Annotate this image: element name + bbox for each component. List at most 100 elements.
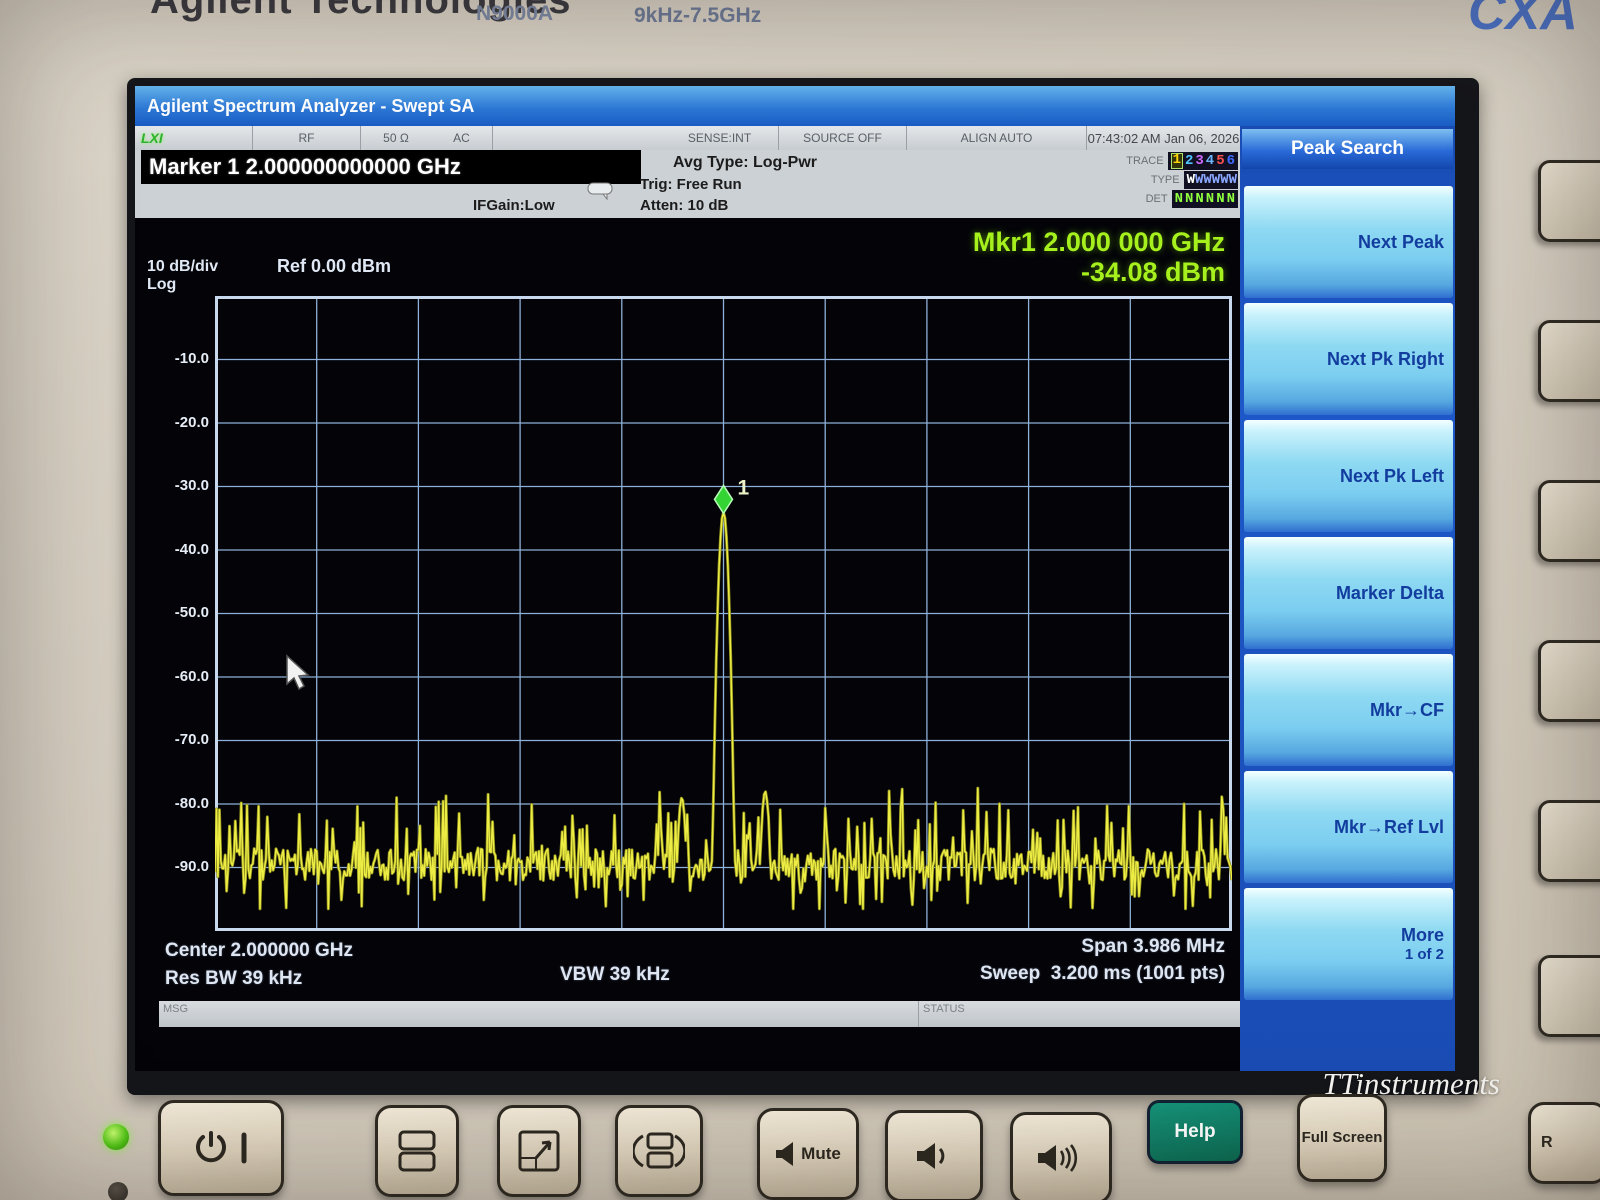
window-split-button[interactable] [375, 1105, 459, 1197]
callout-bubble-icon [587, 182, 613, 200]
attenuation-label: Atten: 10 dB [640, 197, 728, 214]
softkey-next-pk-left[interactable]: Next Pk Left [1244, 420, 1453, 532]
ifgain-label: IFGain:Low [473, 197, 555, 214]
return-button[interactable]: R [1528, 1102, 1600, 1184]
softkey-mkr-to-ref[interactable]: Mkr→Ref Lvl [1244, 771, 1453, 883]
lcd-screen: Agilent Spectrum Analyzer - Swept SA LXI… [135, 86, 1455, 1071]
trace-3-indicator: 3 [1195, 153, 1203, 169]
softkey-next-pk-right[interactable]: Next Pk Right [1244, 303, 1453, 415]
mouse-cursor [285, 654, 311, 692]
lxi-indicator: LXI [135, 126, 253, 150]
type-legend-label: TYPE [1151, 174, 1180, 186]
active-function-readout: Marker 1 2.000000000000 GHz [141, 150, 641, 184]
det-4: N [1206, 191, 1214, 207]
expand-window-icon [516, 1128, 562, 1174]
power-icon [194, 1129, 228, 1167]
marker-readout: Mkr1 2.000 000 GHz -34.08 dBm [755, 228, 1225, 287]
frequency-range-label: 9kHz-7.5GHz [634, 4, 761, 28]
marker-readout-freq: Mkr1 2.000 000 GHz [755, 228, 1225, 258]
type-6: W [1229, 172, 1235, 188]
fullscreen-button[interactable]: Full Screen [1297, 1094, 1387, 1182]
span-label: Span 3.986 MHz [815, 936, 1225, 958]
hw-softkey-4[interactable] [1538, 640, 1600, 722]
avg-type-label: Avg Type: Log-Pwr [600, 154, 890, 172]
help-label: Help [1174, 1121, 1215, 1143]
softkey-more-page: 1 of 2 [1405, 946, 1444, 963]
standby-led [108, 1182, 128, 1200]
hw-softkey-3[interactable] [1538, 480, 1600, 562]
softkey-menu: Peak Search Next Peak Next Pk Right Next… [1240, 126, 1455, 1071]
window-cycle-button[interactable] [615, 1105, 703, 1197]
line-icon [240, 1129, 248, 1167]
volume-up-button[interactable] [1010, 1112, 1112, 1200]
hw-softkey-6[interactable] [1538, 955, 1600, 1037]
window-expand-button[interactable] [497, 1105, 581, 1197]
hw-softkey-1[interactable] [1538, 160, 1600, 242]
trace-6-indicator: 6 [1227, 153, 1235, 169]
res-bw-label: Res BW 39 kHz [165, 968, 302, 990]
marker-readout-ampl: -34.08 dBm [755, 258, 1225, 288]
mute-button[interactable]: Mute [757, 1108, 859, 1200]
spectrum-analyzer-front-panel: Agilent Technologies N9000A 9kHz-7.5GHz … [0, 0, 1600, 1200]
ref-level-label: Ref 0.00 dBm [277, 256, 391, 277]
db-per-div-label: 10 dB/div [147, 258, 218, 276]
rf-indicator: RF [253, 126, 361, 150]
softkey-next-peak[interactable]: Next Peak [1244, 186, 1453, 298]
scale-label: 10 dB/div Log [147, 258, 218, 293]
type-5: W [1220, 172, 1226, 188]
center-freq-label: Center 2.000000 GHz [165, 940, 353, 962]
softkey-more-label: More [1401, 925, 1444, 946]
y-axis-label: -20.0 [155, 414, 209, 431]
trace-4-indicator: 4 [1206, 153, 1214, 169]
status-spacer [493, 126, 661, 150]
vbw-label: VBW 39 kHz [560, 964, 670, 986]
trace-5-indicator: 5 [1216, 153, 1224, 169]
trace-1-indicator: 1 [1171, 153, 1183, 169]
volume-down-button[interactable] [885, 1110, 983, 1200]
source-indicator: SOURCE OFF [779, 126, 907, 150]
sweep-label: Sweep 3.200 ms (1001 pts) [735, 963, 1225, 985]
align-indicator: ALIGN AUTO [907, 126, 1087, 150]
msg-segment: MSG [159, 1001, 919, 1027]
sense-indicator: SENSE:INT [661, 126, 779, 150]
softkey-marker-delta[interactable]: Marker Delta [1244, 537, 1453, 649]
help-button[interactable]: Help [1147, 1100, 1243, 1164]
y-axis-label: -40.0 [155, 541, 209, 558]
hw-softkey-2[interactable] [1538, 320, 1600, 402]
y-axis-label: -60.0 [155, 668, 209, 685]
y-axis-label: -10.0 [155, 350, 209, 367]
window-title: Agilent Spectrum Analyzer - Swept SA [135, 86, 1455, 126]
det-5: N [1216, 191, 1224, 207]
y-axis-label: -80.0 [155, 795, 209, 812]
det-3: N [1195, 191, 1203, 207]
softkey-menu-header: Peak Search [1242, 129, 1453, 169]
datetime: 07:43:02 AM Jan 06, 2026 [1087, 126, 1240, 150]
det-legend-label: DET [1146, 193, 1168, 205]
power-button[interactable] [158, 1100, 284, 1196]
status-bar: LXI RF 50 Ω AC SENSE:INT SOURCE OFF ALIG… [135, 126, 1240, 150]
hw-softkey-5[interactable] [1538, 800, 1600, 882]
spectrum-graticule: 1 [215, 296, 1232, 931]
model-number: N9000A [476, 2, 553, 26]
mute-label: Mute [801, 1144, 841, 1164]
det-2: N [1185, 191, 1193, 207]
trace-legend: TRACE 1 2 3 4 5 6 TYPE W [1093, 152, 1238, 209]
trace-2-indicator: 2 [1185, 153, 1193, 169]
watermark: TTinstruments [1180, 1066, 1500, 1102]
softkey-more[interactable]: More 1 of 2 [1244, 888, 1453, 1000]
trace-legend-label: TRACE [1126, 155, 1163, 167]
return-label: R [1541, 1134, 1553, 1152]
series-logo: CXA [1468, 0, 1578, 42]
log-mode-label: Log [147, 276, 218, 294]
lcd-frame: Agilent Spectrum Analyzer - Swept SA LXI… [127, 78, 1479, 1095]
svg-text:1: 1 [738, 476, 750, 499]
y-axis-label: -50.0 [155, 604, 209, 621]
type-1: W [1187, 172, 1193, 188]
speaker-low-icon [916, 1141, 952, 1171]
softkey-mkr-to-cf[interactable]: Mkr→CF [1244, 654, 1453, 766]
coupling-indicator: AC [431, 126, 493, 150]
cycle-window-icon [633, 1128, 685, 1174]
power-led [103, 1124, 129, 1150]
trigger-label: Trig: Free Run [640, 176, 742, 193]
fullscreen-label: Full Screen [1302, 1129, 1383, 1146]
